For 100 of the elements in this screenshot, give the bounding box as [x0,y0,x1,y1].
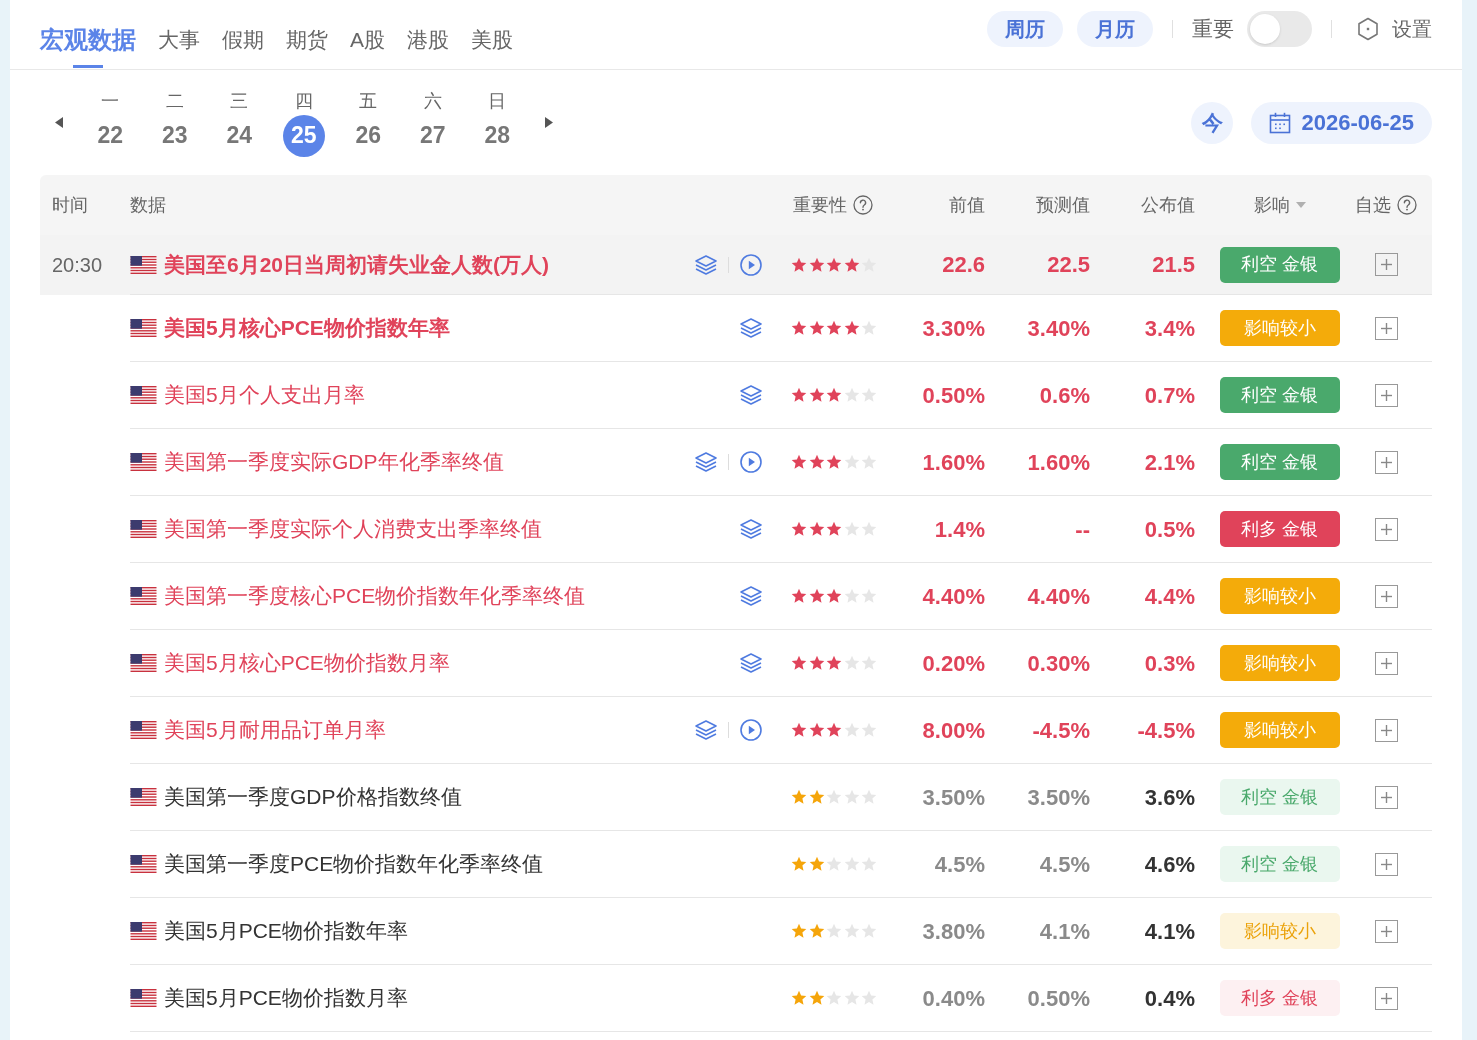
us-flag-icon [130,453,157,471]
nav-tab[interactable]: 美股 [471,0,513,69]
today-button[interactable]: 今 [1191,101,1234,144]
column-header: 预测值 [1036,193,1090,217]
impact-badge: 影响较小 [1220,578,1340,614]
add-button[interactable] [1374,919,1398,943]
toggle-label: 重要 [1192,16,1234,43]
settings-button[interactable]: 设置 [1357,14,1432,44]
us-flag-icon [130,386,157,404]
indicator-name[interactable]: 美国5月PCE物价指数年率 [164,915,408,947]
weekday-label: 三 [230,89,249,113]
add-button[interactable] [1374,253,1398,276]
view-button[interactable]: 周历 [987,11,1063,47]
forecast-value: 3.40% [1027,314,1090,343]
impact-badge: 利空 金银 [1220,846,1340,882]
impact-badge: 利空 金银 [1220,246,1340,283]
plus-icon [1380,322,1392,334]
help-icon[interactable] [1397,195,1417,215]
indicator-name[interactable]: 美国第一季度实际个人消费支出季率终值 [164,513,542,545]
actual-value: 21.5 [1152,251,1195,279]
play-icon[interactable] [740,451,762,473]
date-picker-button[interactable]: 2026-06-25 [1251,101,1432,144]
add-button[interactable] [1374,383,1398,407]
indicator-name[interactable]: 美国5月核心PCE物价指数月率 [164,647,450,679]
date-button[interactable]: 24 [218,114,261,157]
impact-badge: 利多 金银 [1220,511,1340,547]
calendar-icon [1269,111,1292,134]
nav-tab[interactable]: 大事 [158,0,200,69]
indicator-name[interactable]: 美国第一季度GDP价格指数终值 [164,781,462,813]
us-flag-icon [130,855,157,873]
layers-icon[interactable] [695,720,717,740]
nav-tab[interactable]: A股 [350,0,385,69]
layers-icon[interactable] [740,519,762,539]
nav-tab[interactable]: 港股 [407,0,449,69]
caret-down-icon[interactable] [1296,202,1306,208]
date-button[interactable]: 26 [347,114,390,157]
previous-value: 0.20% [922,649,985,678]
indicator-name[interactable]: 美国5月耐用品订单月率 [164,714,386,746]
caret-left-icon[interactable] [55,117,63,128]
forecast-value: -- [1075,515,1090,544]
indicator-name[interactable]: 美国5月PCE物价指数月率 [164,982,408,1014]
add-button[interactable] [1374,986,1398,1010]
play-icon[interactable] [740,253,762,276]
column-header: 前值 [949,193,985,217]
indicator-name[interactable]: 美国5月核心PCE物价指数年率 [164,312,450,344]
forecast-value: -4.5% [1032,716,1090,745]
date-button[interactable]: 28 [476,114,519,157]
forecast-value: 0.50% [1027,984,1090,1013]
layers-icon[interactable] [740,586,762,606]
column-header: 自选 [1355,193,1391,217]
indicator-name[interactable]: 美国第一季度核心PCE物价指数年化季率终值 [164,580,586,612]
actual-value: 0.7% [1144,381,1195,410]
actual-value: 0.3% [1144,649,1195,678]
layers-icon[interactable] [740,385,762,405]
nav-tab[interactable]: 宏观数据 [40,0,136,69]
date-button[interactable]: 23 [153,114,196,157]
layers-icon[interactable] [695,452,717,472]
impact-badge: 利空 金银 [1220,377,1340,413]
indicator-name[interactable]: 美国至6月20日当周初请失业金人数(万人) [164,248,550,281]
date-button[interactable]: 25 [282,114,325,157]
weekday-label: 四 [294,89,313,113]
nav-tab[interactable]: 假期 [222,0,264,69]
indicator-name[interactable]: 美国第一季度PCE物价指数年化季率终值 [164,848,544,880]
impact-badge: 利空 金银 [1220,779,1340,815]
actual-value: 3.6% [1144,783,1195,812]
add-button[interactable] [1374,651,1398,675]
add-button[interactable] [1374,517,1398,541]
play-icon[interactable] [740,719,762,741]
layers-icon[interactable] [740,318,762,338]
caret-right-icon[interactable] [544,117,553,128]
column-header: 公布值 [1141,193,1195,217]
add-button[interactable] [1374,852,1398,876]
indicator-name[interactable]: 美国5月个人支出月率 [164,379,365,411]
us-flag-icon [130,721,157,739]
add-button[interactable] [1374,718,1398,742]
plus-icon [1380,259,1392,270]
date-button[interactable]: 27 [411,114,454,157]
view-button[interactable]: 月历 [1077,11,1153,47]
indicator-name[interactable]: 美国第一季度实际GDP年化季率终值 [164,446,504,478]
help-icon[interactable] [853,195,873,215]
nav-tab[interactable]: 期货 [286,0,328,69]
us-flag-icon [130,587,157,605]
add-button[interactable] [1374,450,1398,474]
plus-icon [1380,389,1392,401]
date-button[interactable]: 22 [89,114,132,157]
impact-badge: 利多 金银 [1220,980,1340,1016]
add-button[interactable] [1374,584,1398,608]
add-button[interactable] [1374,785,1398,809]
forecast-value: 1.60% [1027,448,1090,477]
layers-icon[interactable] [695,254,717,275]
previous-value: 22.6 [942,251,985,279]
weekday-label: 一 [101,89,120,113]
time-text: 20:30 [52,253,103,278]
impact-badge: 影响较小 [1220,913,1340,949]
toggle-switch[interactable] [1247,11,1312,47]
layers-icon[interactable] [740,653,762,673]
settings-icon [1357,17,1379,41]
actual-value: 3.4% [1144,314,1195,343]
previous-value: 4.40% [922,582,985,611]
add-button[interactable] [1374,316,1398,340]
